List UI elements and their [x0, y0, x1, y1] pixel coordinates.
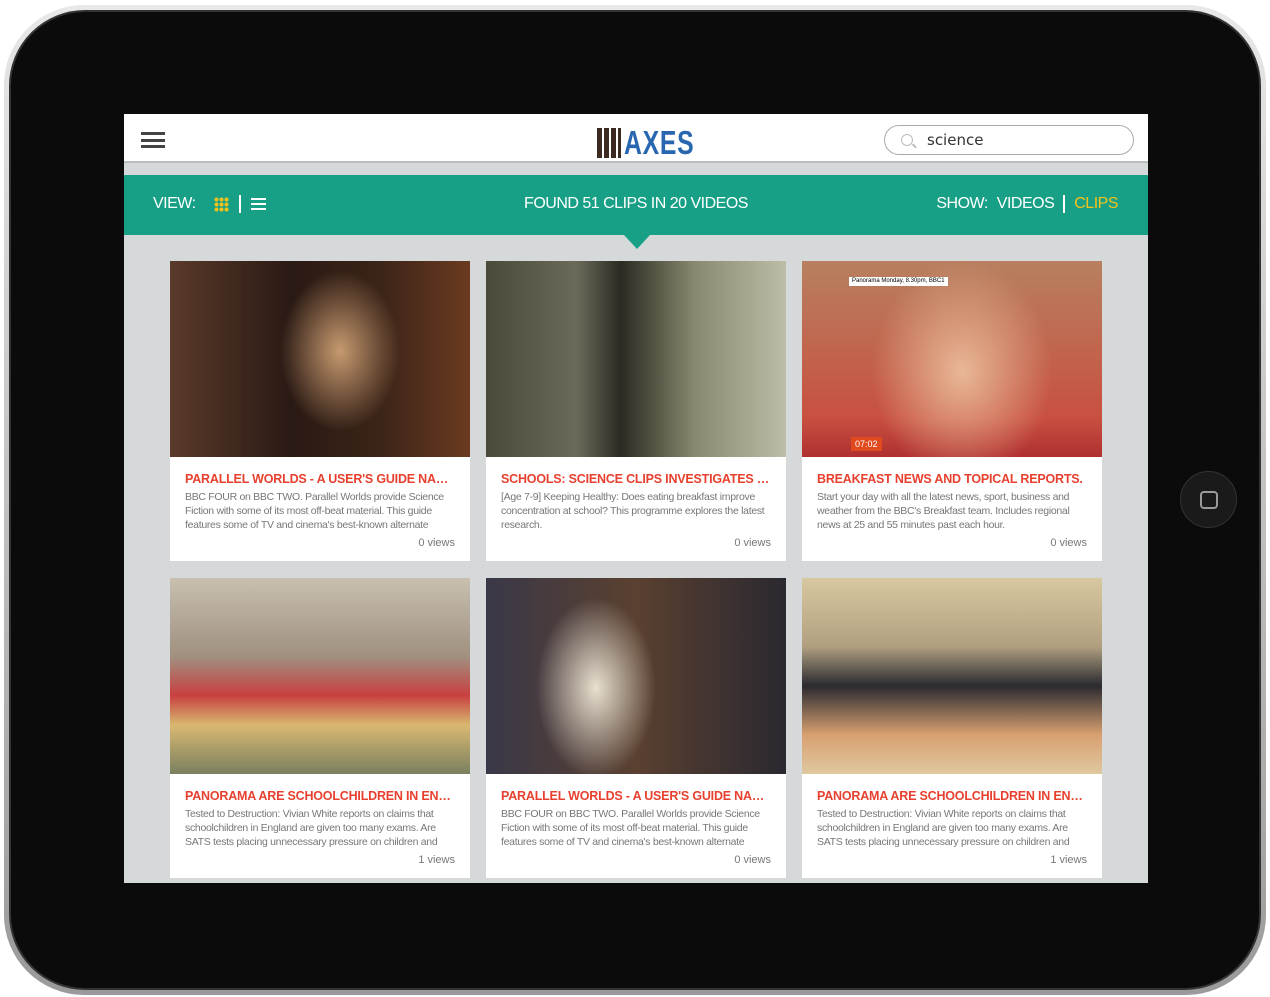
- clip-thumbnail[interactable]: Panorama Monday, 8.30pm, BBC1 07:02: [802, 261, 1102, 457]
- clip-card[interactable]: Panorama Monday, 8.30pm, BBC1 07:02 BREAKF…: [802, 261, 1102, 561]
- clip-grid: PARALLEL WORLDS - A USER'S GUIDE NARRAT.…: [170, 261, 1102, 878]
- clip-description: BBC FOUR on BBC TWO. Parallel Worlds pro…: [185, 491, 444, 531]
- clip-title[interactable]: PARALLEL WORLDS - A USER'S GUIDE NARRAT.…: [501, 789, 771, 803]
- results-toolbar: VIEW: FOUND 51 CLIPS IN 20 VIDEOS SHOW: V…: [124, 175, 1148, 249]
- pointer-arrow: [624, 235, 650, 249]
- clip-title[interactable]: SCHOOLS: SCIENCE CLIPS INVESTIGATES DOE.…: [501, 472, 771, 486]
- logo-text: AXES: [624, 124, 695, 161]
- logo-mark-icon: [597, 128, 621, 158]
- clip-views: 0 views: [734, 537, 771, 549]
- clip-description: Tested to Destruction: Vivian White repo…: [185, 808, 438, 848]
- logo[interactable]: AXES: [597, 124, 718, 162]
- search-icon: [901, 134, 913, 146]
- clip-thumbnail[interactable]: [486, 578, 786, 774]
- show-label: SHOW:: [936, 195, 988, 212]
- clip-title[interactable]: PANORAMA ARE SCHOOLCHILDREN IN ENGLA...: [185, 789, 455, 803]
- clip-views: 1 views: [418, 854, 455, 866]
- video-caption-overlay: Panorama Monday, 8.30pm, BBC1: [849, 277, 948, 286]
- clip-thumbnail[interactable]: [170, 261, 470, 457]
- clip-thumbnail[interactable]: [486, 261, 786, 457]
- clip-views: 0 views: [734, 854, 771, 866]
- clip-thumbnail[interactable]: [170, 578, 470, 774]
- clip-description: Start your day with all the latest news,…: [817, 491, 1070, 531]
- clip-views: 0 views: [1050, 537, 1087, 549]
- menu-icon[interactable]: [141, 132, 165, 148]
- clip-description: BBC FOUR on BBC TWO. Parallel Worlds pro…: [501, 808, 760, 848]
- show-clips-link[interactable]: CLIPS: [1074, 195, 1118, 213]
- header: AXES: [124, 114, 1148, 163]
- clip-card[interactable]: PANORAMA ARE SCHOOLCHILDREN IN ENGLA... T…: [170, 578, 470, 878]
- clip-card[interactable]: SCHOOLS: SCIENCE CLIPS INVESTIGATES DOE.…: [486, 261, 786, 561]
- clip-views: 1 views: [1050, 854, 1087, 866]
- clip-thumbnail[interactable]: [802, 578, 1102, 774]
- clip-title[interactable]: BREAKFAST NEWS AND TOPICAL REPORTS.: [817, 472, 1087, 486]
- clip-description: Tested to Destruction: Vivian White repo…: [817, 808, 1070, 848]
- app-screen: AXES VIEW: FOUND 51 CLIPS IN 20 VIDEOS S…: [124, 114, 1148, 883]
- clip-views: 0 views: [418, 537, 455, 549]
- clip-card[interactable]: PARALLEL WORLDS - A USER'S GUIDE NARRAT.…: [486, 578, 786, 878]
- show-videos-link[interactable]: VIDEOS: [997, 195, 1055, 213]
- search-box[interactable]: [884, 125, 1134, 155]
- search-input[interactable]: [927, 131, 1107, 149]
- clip-card[interactable]: PARALLEL WORLDS - A USER'S GUIDE NARRAT.…: [170, 261, 470, 561]
- clip-card[interactable]: PANORAMA ARE SCHOOLCHILDREN IN ENGLA... T…: [802, 578, 1102, 878]
- home-button[interactable]: [1180, 471, 1237, 528]
- clip-description: [Age 7-9] Keeping Healthy: Does eating b…: [501, 491, 765, 531]
- clip-title[interactable]: PARALLEL WORLDS - A USER'S GUIDE NARRAT.…: [185, 472, 455, 486]
- divider: [1063, 195, 1066, 213]
- clip-title[interactable]: PANORAMA ARE SCHOOLCHILDREN IN ENGLA...: [817, 789, 1087, 803]
- duration-badge: 07:02: [851, 437, 882, 451]
